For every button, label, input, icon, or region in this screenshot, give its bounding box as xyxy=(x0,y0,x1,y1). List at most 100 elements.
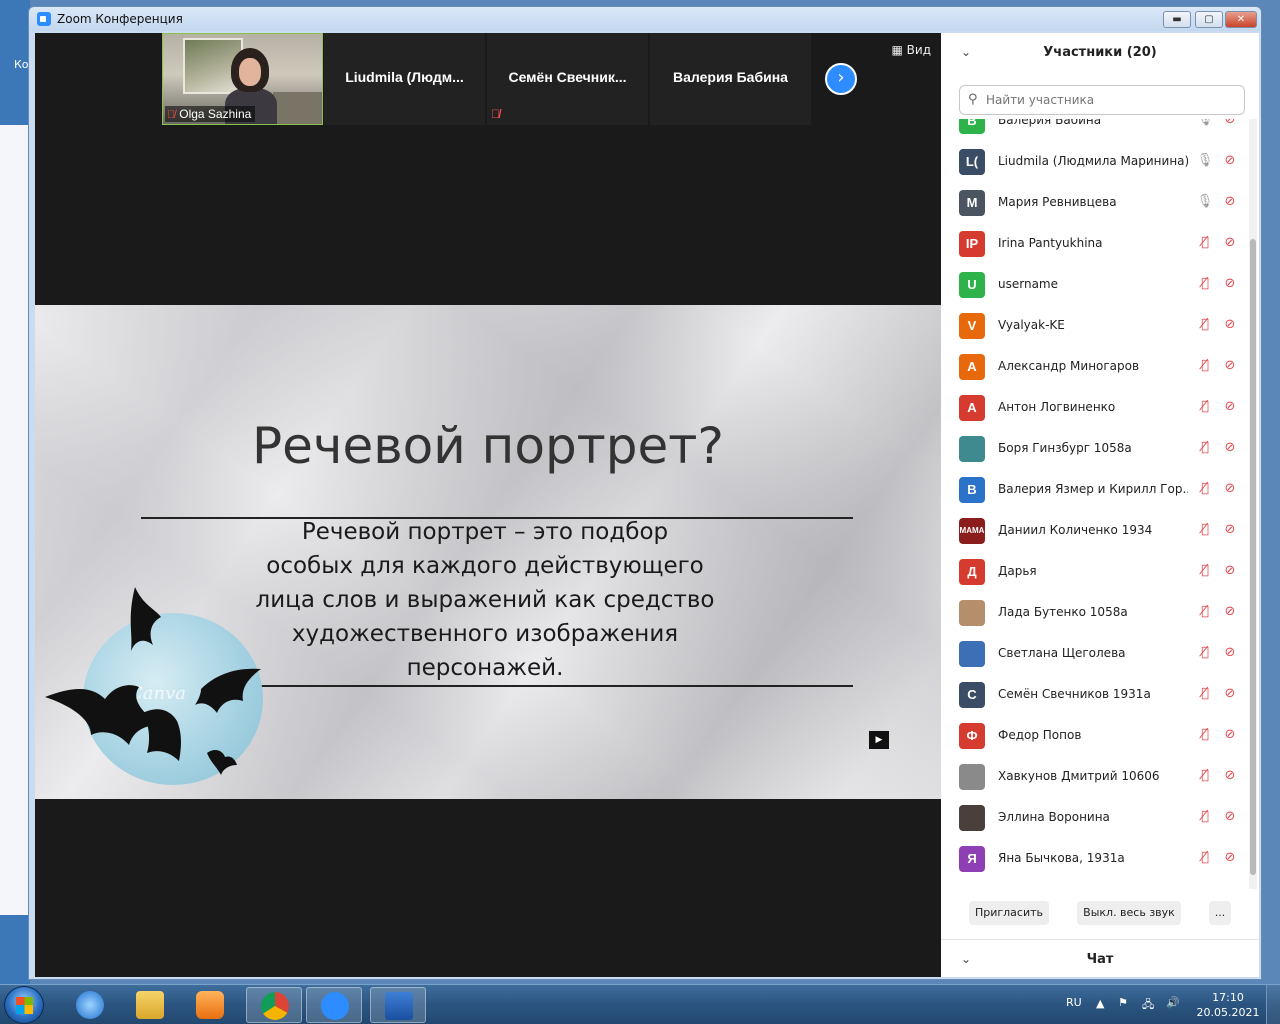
video-off-icon[interactable]: ⊘ xyxy=(1221,193,1239,211)
clock[interactable]: 17:10 20.05.2021 xyxy=(1196,990,1260,1020)
next-page-arrow-icon[interactable]: › xyxy=(825,63,857,95)
show-desktop-button[interactable] xyxy=(1266,985,1280,1024)
mic-icon[interactable]: 🎙 xyxy=(1196,193,1214,211)
avatar xyxy=(959,436,985,462)
mic-muted-icon[interactable]: 🎙̸ xyxy=(1196,357,1214,375)
video-thumb-liudmila[interactable]: Liudmila (Людм... xyxy=(324,33,485,125)
video-off-icon[interactable]: ⊘ xyxy=(1221,275,1239,293)
video-off-icon[interactable]: ⊘ xyxy=(1221,480,1239,498)
participant-name: Боря Гинзбург 1058а xyxy=(998,441,1132,455)
view-button[interactable]: ▦ Вид xyxy=(892,43,931,57)
chat-header[interactable]: ⌄ Чат xyxy=(941,939,1259,977)
background-window xyxy=(0,125,30,915)
video-off-icon[interactable]: ⊘ xyxy=(1221,644,1239,662)
video-off-icon[interactable]: ⊘ xyxy=(1221,808,1239,826)
participant-row[interactable]: Ф Федор Попов 🎙̸ ⊘ xyxy=(941,716,1246,757)
video-off-icon[interactable]: ⊘ xyxy=(1221,119,1239,129)
title-bar[interactable]: Zoom Конференция ▬ ▢ ✕ xyxy=(29,7,1261,31)
volume-icon[interactable]: 🔊 xyxy=(1166,996,1180,1009)
video-off-icon[interactable]: ⊘ xyxy=(1221,562,1239,580)
video-off-icon[interactable]: ⊘ xyxy=(1221,685,1239,703)
avatar: MAMA xyxy=(959,518,985,544)
video-off-icon[interactable]: ⊘ xyxy=(1221,439,1239,457)
participant-row[interactable]: А Александр Миногаров 🎙̸ ⊘ xyxy=(941,347,1246,388)
taskbar-ie[interactable] xyxy=(62,987,118,1023)
participant-row[interactable]: V Vyalyak-KE 🎙̸ ⊘ xyxy=(941,306,1246,347)
close-button[interactable]: ✕ xyxy=(1225,11,1257,28)
video-thumb-valeriya[interactable]: Валерия Бабина xyxy=(650,33,811,125)
participant-row[interactable]: L(Liudmila (Людмила Маринина) 🎙 ⊘ xyxy=(941,142,1246,183)
invite-button[interactable]: Пригласить xyxy=(969,901,1049,925)
mic-muted-icon[interactable]: 🎙̸ xyxy=(1196,808,1214,826)
video-off-icon[interactable]: ⊘ xyxy=(1221,316,1239,334)
participant-row[interactable]: Боря Гинзбург 1058а 🎙̸ ⊘ xyxy=(941,429,1246,470)
video-off-icon[interactable]: ⊘ xyxy=(1221,234,1239,252)
participant-name: Семён Свечник... xyxy=(508,69,627,85)
search-input[interactable] xyxy=(986,91,1236,109)
mic-muted-icon[interactable]: 🎙̸ xyxy=(1196,316,1214,334)
mic-icon[interactable]: 🎙 xyxy=(1196,152,1214,170)
participant-row[interactable]: М Мария Ревнивцева 🎙 ⊘ xyxy=(941,183,1246,224)
participant-row[interactable]: IP Irina Pantyukhina 🎙̸ ⊘ xyxy=(941,224,1246,265)
slide-next-arrow-icon[interactable]: ▶ xyxy=(869,731,889,749)
tray-expand-icon[interactable]: ▲ xyxy=(1096,997,1104,1010)
participant-row[interactable]: Хавкунов Дмитрий 10606 🎙̸ ⊘ xyxy=(941,757,1246,798)
video-off-icon[interactable]: ⊘ xyxy=(1221,767,1239,785)
mic-muted-icon[interactable]: 🎙̸ xyxy=(1196,275,1214,293)
mute-all-button[interactable]: Выкл. весь звук xyxy=(1077,901,1181,925)
participant-row[interactable]: Эллина Воронина 🎙̸ ⊘ xyxy=(941,798,1246,839)
mic-muted-icon[interactable]: 🎙̸ xyxy=(1196,234,1214,252)
taskbar-chrome[interactable] xyxy=(246,987,302,1023)
video-off-icon[interactable]: ⊘ xyxy=(1221,398,1239,416)
video-off-icon[interactable]: ⊘ xyxy=(1221,603,1239,621)
mic-muted-icon[interactable]: 🎙̸ xyxy=(1196,562,1214,580)
minimize-button[interactable]: ▬ xyxy=(1163,11,1191,28)
video-off-icon[interactable]: ⊘ xyxy=(1221,521,1239,539)
taskbar-media-player[interactable] xyxy=(182,987,238,1023)
scrollbar-thumb[interactable] xyxy=(1250,239,1256,875)
avatar: IP xyxy=(959,231,985,257)
participant-row[interactable]: Д Дарья 🎙̸ ⊘ xyxy=(941,552,1246,593)
taskbar-word[interactable] xyxy=(370,987,426,1023)
action-center-icon[interactable]: ⚑ xyxy=(1118,996,1128,1009)
video-off-icon[interactable]: ⊘ xyxy=(1221,726,1239,744)
video-thumb-semyon[interactable]: Семён Свечник... 🎙̸ xyxy=(487,33,648,125)
participant-name: Валерия Язмер и Кирилл Гор... xyxy=(998,482,1188,496)
participant-row[interactable]: А Антон Логвиненко 🎙̸ ⊘ xyxy=(941,388,1246,429)
video-off-icon[interactable]: ⊘ xyxy=(1221,357,1239,375)
participant-row[interactable]: MAMA Даниил Количенко 1934 🎙̸ ⊘ xyxy=(941,511,1246,552)
participant-row[interactable]: Светлана Щеголева 🎙̸ ⊘ xyxy=(941,634,1246,675)
avatar: А xyxy=(959,354,985,380)
desktop-icon-label[interactable]: Ко xyxy=(14,58,29,71)
start-button[interactable] xyxy=(4,986,44,1024)
mic-muted-icon[interactable]: 🎙̸ xyxy=(1196,398,1214,416)
mic-muted-icon[interactable]: 🎙̸ xyxy=(1196,644,1214,662)
taskbar-explorer[interactable] xyxy=(122,987,178,1023)
mic-muted-icon[interactable]: 🎙̸ xyxy=(1196,521,1214,539)
participant-name: Антон Логвиненко xyxy=(998,400,1116,414)
participant-row[interactable]: Uusername 🎙̸ ⊘ xyxy=(941,265,1246,306)
mic-muted-icon[interactable]: 🎙̸ xyxy=(1196,603,1214,621)
mic-muted-icon[interactable]: 🎙̸ xyxy=(1196,480,1214,498)
mic-muted-icon[interactable]: 🎙̸ xyxy=(1196,726,1214,744)
mic-muted-icon[interactable]: 🎙̸ xyxy=(1196,849,1214,867)
mic-muted-icon[interactable]: 🎙̸ xyxy=(1196,439,1214,457)
mic-icon[interactable]: 🎙 xyxy=(1196,119,1214,129)
chrome-icon xyxy=(261,992,289,1020)
participant-row[interactable]: В Валерия Язмер и Кирилл Гор... 🎙̸ ⊘ xyxy=(941,470,1246,511)
video-thumb-olga[interactable]: 🎙̸ Olga Sazhina xyxy=(162,33,323,125)
mic-muted-icon[interactable]: 🎙̸ xyxy=(1196,767,1214,785)
video-off-icon[interactable]: ⊘ xyxy=(1221,152,1239,170)
participant-row[interactable]: В Валерия Бабина 🎙 ⊘ xyxy=(941,119,1246,142)
participant-row[interactable]: Лада Бутенко 1058а 🎙̸ ⊘ xyxy=(941,593,1246,634)
maximize-button[interactable]: ▢ xyxy=(1195,11,1223,28)
video-off-icon[interactable]: ⊘ xyxy=(1221,849,1239,867)
taskbar-zoom[interactable] xyxy=(306,987,362,1023)
language-indicator[interactable]: RU xyxy=(1066,996,1082,1009)
participant-search[interactable]: ⚲ xyxy=(959,85,1245,115)
more-options-button[interactable]: ... xyxy=(1209,901,1231,925)
mic-muted-icon[interactable]: 🎙̸ xyxy=(1196,685,1214,703)
participant-row[interactable]: С Семён Свечников 1931а 🎙̸ ⊘ xyxy=(941,675,1246,716)
network-icon[interactable]: 🖧 xyxy=(1142,996,1154,1015)
participant-row[interactable]: Я Яна Бычкова, 1931а 🎙̸ ⊘ xyxy=(941,839,1246,880)
